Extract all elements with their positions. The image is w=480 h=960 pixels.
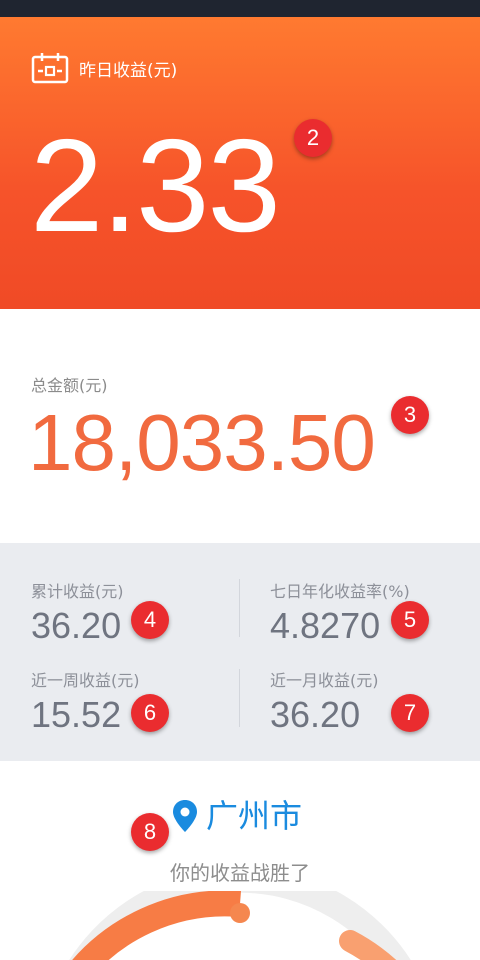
stat-label: 近一周收益(元) (31, 671, 140, 690)
stat-value: 4.8270 (270, 605, 381, 646)
calendar-icon (31, 53, 69, 84)
stats-divider (239, 669, 240, 727)
stat-label: 七日年化收益率(%) (270, 582, 410, 601)
stat-value: 36.20 (31, 605, 122, 646)
stat-seven-day-yield: 七日年化收益率(%) 4.8270 (270, 578, 410, 644)
ranking-gauge (69, 891, 411, 960)
annotation-badge-4: 4 (131, 601, 169, 639)
annotation-badge-5: 5 (391, 601, 429, 639)
city-name: 广州市 (206, 797, 303, 835)
yesterday-earnings-label: 昨日收益(元) (79, 60, 178, 81)
annotation-badge-6: 6 (131, 694, 169, 732)
earnings-stats-grid: 累计收益(元) 36.20 4 七日年化收益率(%) 4.8270 5 近一周收… (0, 543, 480, 761)
status-bar (0, 0, 480, 17)
yesterday-earnings-value: 2.33 (30, 112, 281, 259)
total-amount-value: 18,033.50 (28, 398, 376, 487)
total-amount-panel: 总金额(元) 18,033.50 3 (0, 309, 480, 543)
earnings-ranking-panel: 8 广州市 你的收益战胜了 (0, 761, 480, 960)
beat-percentage-text: 你的收益战胜了 (170, 861, 310, 885)
total-amount-label: 总金额(元) (31, 376, 108, 395)
annotation-badge-7: 7 (391, 694, 429, 732)
yesterday-earnings-panel: 昨日收益(元) 2.33 2 (0, 17, 480, 309)
stat-monthly-earnings: 近一月收益(元) 36.20 (270, 667, 379, 733)
stat-label: 累计收益(元) (31, 582, 124, 601)
annotation-badge-3: 3 (391, 396, 429, 434)
city-selector[interactable]: 广州市 (172, 799, 302, 833)
stat-weekly-earnings: 近一周收益(元) 15.52 (31, 667, 140, 733)
yesterday-earnings-header: 昨日收益(元) (31, 52, 177, 84)
stat-value: 15.52 (31, 694, 122, 735)
stat-cumulative-earnings: 累计收益(元) 36.20 (31, 578, 124, 644)
stats-divider (239, 579, 240, 637)
gauge-fill-cap (230, 903, 250, 923)
annotation-badge-8: 8 (131, 813, 169, 851)
stat-label: 近一月收益(元) (270, 671, 379, 690)
annotation-badge-2: 2 (294, 119, 332, 157)
stat-value: 36.20 (270, 694, 361, 735)
location-pin-icon (173, 800, 197, 832)
